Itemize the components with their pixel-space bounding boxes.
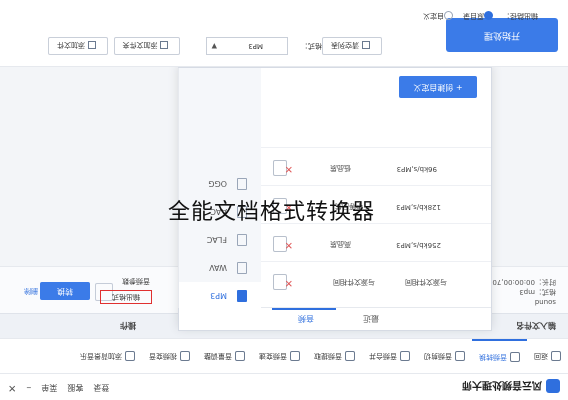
format-sidebar: MP3 WAV FLAC AAC OGG xyxy=(178,68,261,308)
radio-checked-icon xyxy=(484,11,493,21)
cut-icon xyxy=(455,351,465,361)
music-file-icon xyxy=(237,262,247,274)
tool-audio-convert[interactable]: 音频转换 xyxy=(472,339,527,373)
header-input-file: 输入文件名 xyxy=(516,321,556,330)
tool-audio-merge[interactable]: 音频合并 xyxy=(362,339,417,373)
music-file-icon xyxy=(237,290,247,302)
minimize-icon[interactable]: – xyxy=(26,382,31,393)
preset-row[interactable]: 高品质 256kb/s,MP3 ✕ xyxy=(261,223,491,262)
menu-button[interactable]: 菜单 xyxy=(41,382,57,393)
convert-button[interactable]: 转换 xyxy=(40,282,90,300)
tool-audio-speed[interactable]: 音频变速 xyxy=(252,339,307,373)
folder-icon xyxy=(160,41,169,49)
delete-preset-icon[interactable]: ✕ xyxy=(285,277,293,288)
delete-preset-icon[interactable]: ✕ xyxy=(285,163,293,174)
tool-back[interactable]: 返回 xyxy=(527,339,568,373)
support-link[interactable]: 客服 xyxy=(67,382,83,393)
tab-recent[interactable]: 最近 xyxy=(363,313,379,324)
file-info: sound 格式：mp3 时长：00:00:00,70 xyxy=(492,277,556,307)
title-bar: 风云音频处理大师 登录 客服 菜单 – ✕ xyxy=(0,373,568,400)
convert-icon xyxy=(510,352,520,362)
preset-row[interactable]: 与源文件相同 与源文件相同 ✕ xyxy=(261,261,491,300)
option-original[interactable]: 原目录 xyxy=(463,11,495,21)
header-operation: 操作 xyxy=(120,321,136,330)
music-file-icon xyxy=(237,234,247,246)
tool-audio-extract[interactable]: 音频提取 xyxy=(307,339,362,373)
delete-link[interactable]: 删除 xyxy=(24,286,38,296)
popup-tabs: 音频 最近 xyxy=(179,307,491,330)
add-folder-button[interactable]: 添加文件夹 xyxy=(114,37,180,55)
output-format-select[interactable]: ▼ MP3 xyxy=(206,37,288,55)
active-tab-underline xyxy=(272,308,336,310)
format-item-mp3[interactable]: MP3 xyxy=(179,282,261,308)
start-process-button[interactable]: 开始处理 xyxy=(446,18,558,52)
merge-icon xyxy=(400,351,410,361)
tool-video-voice[interactable]: 视频变音 xyxy=(142,339,197,373)
output-dir-options: 输出路径： 原目录 自定义 xyxy=(423,11,538,21)
close-icon[interactable]: ✕ xyxy=(8,382,16,393)
login-link[interactable]: 登录 xyxy=(93,382,109,393)
audio-settings-link[interactable]: 音频参数 xyxy=(122,276,150,286)
clear-list-button[interactable]: 清空列表 xyxy=(322,37,382,55)
format-item-flac[interactable]: FLAC xyxy=(179,226,261,252)
delete-preset-icon[interactable]: ✕ xyxy=(285,239,293,250)
file-duration: 时长：00:00:00,70 xyxy=(492,278,556,286)
voice-icon xyxy=(180,351,190,361)
bottom-bar: 开始处理 ▼ MP3 输出格式： 清空列表 添加文件夹 添加文件 输出路径： 原… xyxy=(0,0,568,67)
file-add-icon xyxy=(88,41,96,49)
volume-icon xyxy=(235,351,245,361)
music-file-icon xyxy=(237,178,247,190)
format-item-wav[interactable]: WAV xyxy=(179,254,261,280)
app-title: 风云音频处理大师 xyxy=(462,379,542,390)
chevron-down-icon: ▼ xyxy=(211,42,217,50)
create-custom-button[interactable]: + 创建自定义 xyxy=(399,76,477,98)
title-actions: 登录 客服 菜单 – ✕ xyxy=(8,382,109,393)
tab-audio[interactable]: 音频 xyxy=(298,313,314,324)
speed-icon xyxy=(290,351,300,361)
tool-volume[interactable]: 音量调整 xyxy=(197,339,252,373)
radio-icon xyxy=(444,11,453,21)
tool-bg-music[interactable]: 添加背景音乐 xyxy=(73,339,142,373)
tool-audio-cut[interactable]: 音频剪切 xyxy=(417,339,472,373)
output-dir-label: 输出路径： xyxy=(503,12,538,20)
app-logo-icon xyxy=(546,379,560,394)
extract-icon xyxy=(345,351,355,361)
function-toolbar: 返回 音频转换 音频剪切 音频合并 音频提取 音频变速 音量调整 视频变音 添加… xyxy=(0,338,568,373)
back-icon xyxy=(551,351,561,361)
option-custom[interactable]: 自定义 xyxy=(423,11,455,21)
music-icon xyxy=(125,351,135,361)
overlay-caption: 全能文档格式转换器 xyxy=(168,200,376,225)
file-format: 格式：mp3 xyxy=(519,288,556,296)
file-name: sound xyxy=(534,298,556,306)
add-file-button[interactable]: 添加文件 xyxy=(48,37,108,55)
app-brand: 风云音频处理大师 xyxy=(462,379,560,394)
preset-row[interactable]: 低品质 96kb/s,MP3 ✕ xyxy=(261,147,491,186)
trash-icon xyxy=(362,41,370,49)
format-item-ogg[interactable]: OGG xyxy=(179,170,261,196)
output-format-link[interactable]: 输出格式 xyxy=(100,290,152,304)
